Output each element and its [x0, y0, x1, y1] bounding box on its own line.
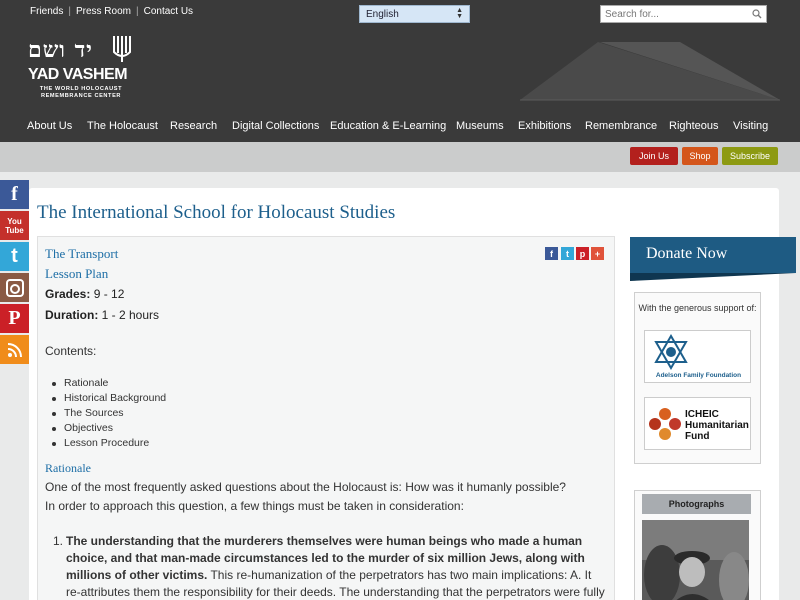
twitter-icon[interactable]: t	[0, 242, 29, 271]
toc-item-lesson-procedure[interactable]: Lesson Procedure	[51, 437, 166, 452]
grades: Grades: 9 - 12	[45, 287, 124, 301]
shop-button[interactable]: Shop	[682, 147, 718, 165]
pinterest-icon[interactable]: P	[0, 304, 29, 333]
yad-vashem-logo[interactable]: יד ושם YAD VASHEM THE WORLD HOLOCAUST RE…	[28, 34, 138, 106]
grades-value: 9 - 12	[90, 287, 125, 301]
toc-item-the-sources[interactable]: The Sources	[51, 407, 166, 422]
language-value: English	[366, 8, 399, 20]
camera-icon	[5, 278, 24, 297]
toc-item-rationale[interactable]: Rationale	[51, 377, 166, 392]
nav-museums[interactable]: Museums	[456, 120, 504, 132]
share-facebook-icon[interactable]: f	[545, 247, 558, 260]
nav-visiting[interactable]: Visiting	[733, 120, 768, 132]
nav-exhibitions[interactable]: Exhibitions	[518, 120, 571, 132]
youtube-text-1: You	[7, 216, 22, 226]
separator: |	[68, 6, 71, 17]
logo-sub-line1: THE WORLD HOLOCAUST	[39, 86, 123, 92]
search-icon[interactable]	[752, 9, 762, 19]
list-item-number: 1.	[53, 534, 64, 548]
instagram-icon[interactable]	[0, 273, 29, 302]
lesson-type: Lesson Plan	[45, 266, 109, 281]
grades-label: Grades:	[45, 287, 91, 301]
duration: Duration: 1 - 2 hours	[45, 308, 159, 322]
youtube-icon[interactable]: You Tube	[0, 211, 29, 240]
nav-the-holocaust[interactable]: The Holocaust	[87, 120, 158, 132]
duration-value: 1 - 2 hours	[98, 308, 160, 322]
language-select[interactable]: English ▲ ▼	[359, 5, 470, 23]
nav-about-us[interactable]: About Us	[27, 120, 72, 132]
photographs-heading: Photographs	[642, 494, 751, 514]
rss-icon[interactable]	[0, 335, 29, 364]
duration-label: Duration:	[45, 308, 99, 322]
logo-hebrew: יד ושם	[28, 37, 93, 63]
flower-logo-icon	[649, 408, 681, 440]
separator: |	[135, 6, 139, 17]
nav-education[interactable]: Education & E-Learning	[330, 120, 446, 132]
contact-us-link[interactable]: Contact Us	[144, 6, 193, 17]
paragraph-2: In order to approach this question, a fe…	[45, 499, 464, 513]
search-input[interactable]: Search for...	[600, 5, 767, 23]
action-bar	[0, 142, 800, 172]
support-text: With the generous support of:	[638, 303, 757, 313]
lesson-title: The Transport	[45, 246, 119, 261]
sponsor-icheic-name: ICHEIC Humanitarian Fund	[685, 409, 749, 442]
icheic-line-2: Humanitarian	[685, 420, 749, 431]
nav-remembrance[interactable]: Remembrance	[585, 120, 657, 132]
menorah-icon	[113, 36, 131, 62]
nav-research[interactable]: Research	[170, 120, 217, 132]
paragraph-1: One of the most frequently asked questio…	[45, 480, 566, 494]
sponsor-icheic[interactable]: ICHEIC Humanitarian Fund	[644, 397, 751, 450]
toc-item-historical-background[interactable]: Historical Background	[51, 392, 166, 407]
social-sidebar: f You Tube t P	[0, 180, 29, 366]
sponsor-adelson-name: Adelson Family Foundation	[655, 372, 742, 379]
nav-digital-collections[interactable]: Digital Collections	[232, 120, 319, 132]
logo-name: YAD VASHEM	[28, 66, 128, 83]
share-pinterest-icon[interactable]: p	[576, 247, 589, 260]
section-heading: Rationale	[45, 461, 91, 475]
photo-image	[642, 520, 749, 600]
contents-heading: Contents:	[45, 344, 97, 358]
icheic-line-3: Fund	[685, 431, 710, 442]
sponsor-adelson[interactable]: Adelson Family Foundation	[644, 330, 751, 383]
share-more-icon[interactable]: +	[591, 247, 604, 260]
icheic-line-1: ICHEIC	[685, 409, 719, 420]
search-placeholder: Search for...	[605, 8, 659, 20]
donate-now-button[interactable]: Donate Now	[630, 237, 796, 281]
nav-righteous[interactable]: Righteous	[669, 120, 719, 132]
youtube-text-2: Tube	[5, 225, 24, 235]
contents-list: Rationale Historical Background The Sour…	[51, 377, 166, 452]
top-links: Friends | Press Room | Contact Us	[30, 6, 193, 17]
share-twitter-icon[interactable]: t	[561, 247, 574, 260]
press-room-link[interactable]: Press Room	[76, 6, 131, 17]
toc-item-objectives[interactable]: Objectives	[51, 422, 166, 437]
main-nav: About Us The Holocaust Research Digital …	[0, 120, 800, 136]
list-item: The understanding that the murderers the…	[66, 533, 606, 600]
page-title: The International School for Holocaust S…	[37, 202, 396, 223]
friends-link[interactable]: Friends	[30, 6, 63, 17]
join-us-button[interactable]: Join Us	[630, 147, 678, 165]
rss-glyph-icon	[7, 342, 22, 357]
logo-sub-line2: REMEMBRANCE CENTER	[40, 93, 122, 99]
subscribe-button[interactable]: Subscribe	[722, 147, 778, 165]
logo-subtitle: THE WORLD HOLOCAUST REMEMBRANCE CENTER	[31, 86, 131, 100]
facebook-icon[interactable]: f	[0, 180, 29, 209]
photograph-thumbnail[interactable]	[642, 520, 749, 600]
star-of-david-icon	[654, 334, 688, 370]
select-arrows-icon: ▲ ▼	[456, 7, 463, 20]
